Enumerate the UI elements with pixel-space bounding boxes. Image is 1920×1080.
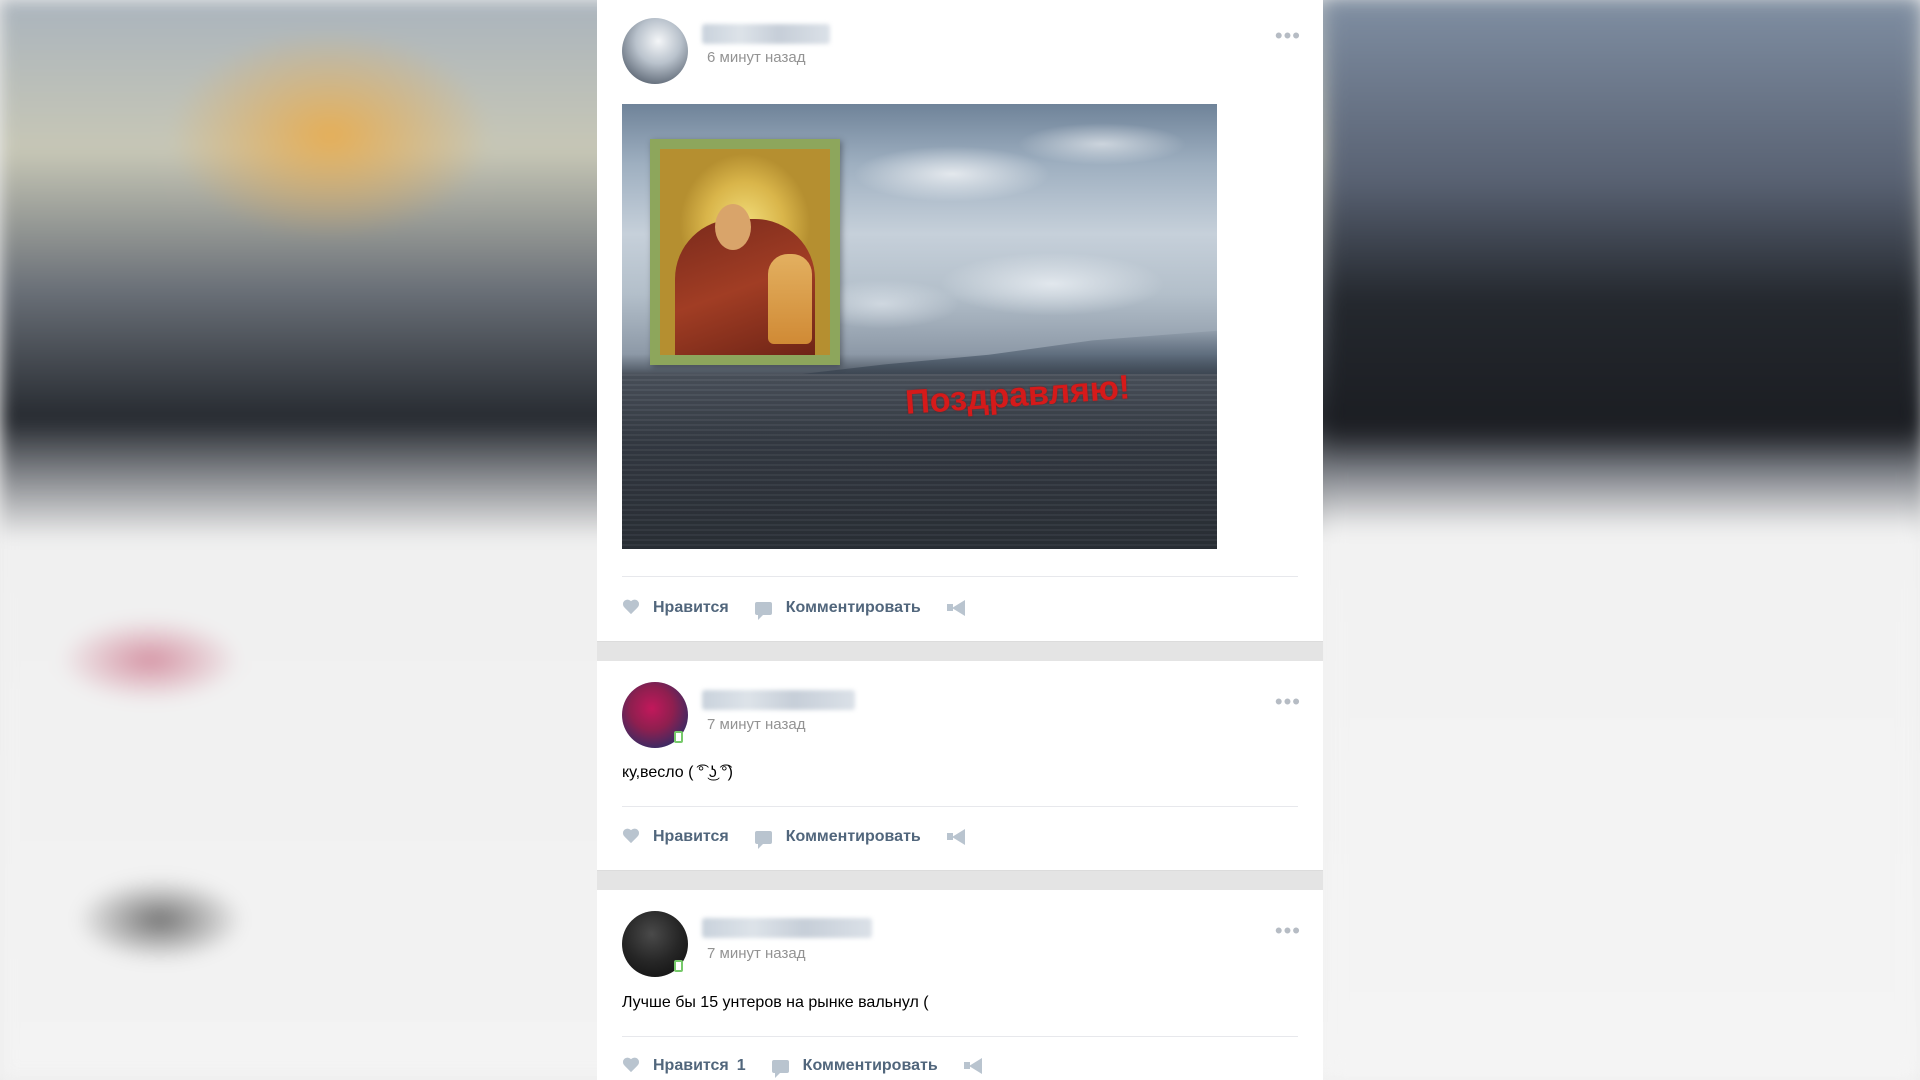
religious-icon-image xyxy=(650,139,840,365)
feed-post-1: 6 минут назад ••• Поздравляю! Нравится К… xyxy=(597,0,1323,642)
mobile-online-icon xyxy=(674,731,683,743)
post-actions: Нравится 1 Комментировать xyxy=(622,1054,1008,1078)
like-label: Нравится xyxy=(653,599,729,616)
feed-post-2: 7 минут назад ••• ку,весло ( ͡° ͜ʖ ͡°) Н… xyxy=(597,661,1323,871)
mobile-online-icon xyxy=(674,960,683,972)
post-divider xyxy=(622,1036,1298,1037)
more-dots-icon[interactable]: ••• xyxy=(1275,920,1301,942)
comment-button[interactable]: Комментировать xyxy=(771,1057,938,1078)
heart-icon xyxy=(622,829,640,845)
author-name-blurred[interactable] xyxy=(702,690,855,710)
post-divider xyxy=(622,806,1298,807)
post-timestamp[interactable]: 6 минут назад xyxy=(707,49,805,66)
author-avatar[interactable] xyxy=(622,18,688,84)
more-dots-icon[interactable]: ••• xyxy=(1275,25,1301,47)
like-label: Нравится xyxy=(653,828,729,845)
post-text: ку,весло ( ͡° ͜ʖ ͡°) xyxy=(622,764,733,781)
comment-button[interactable]: Комментировать xyxy=(754,599,921,620)
comment-icon xyxy=(771,1059,789,1078)
like-button[interactable]: Нравится xyxy=(622,828,729,846)
comment-icon xyxy=(754,830,772,849)
heart-icon xyxy=(622,1058,640,1074)
share-button[interactable] xyxy=(946,600,965,616)
like-label: Нравится xyxy=(653,1057,729,1074)
like-button[interactable]: Нравится xyxy=(622,599,729,617)
like-count: 1 xyxy=(736,1057,746,1074)
news-feed: 6 минут назад ••• Поздравляю! Нравится К… xyxy=(597,0,1323,1080)
author-name-blurred[interactable] xyxy=(702,918,872,938)
post-timestamp[interactable]: 7 минут назад xyxy=(707,945,805,962)
post-photo[interactable]: Поздравляю! xyxy=(622,104,1217,549)
comment-label: Комментировать xyxy=(802,1057,938,1074)
author-name-blurred[interactable] xyxy=(702,24,830,44)
feed-post-3: 7 минут назад ••• Лучше бы 15 унтеров на… xyxy=(597,890,1323,1080)
comment-label: Комментировать xyxy=(785,599,921,616)
megaphone-share-icon xyxy=(946,600,965,616)
more-dots-icon[interactable]: ••• xyxy=(1275,691,1301,713)
like-button[interactable]: Нравится 1 xyxy=(622,1057,746,1075)
post-divider xyxy=(622,576,1298,577)
blurred-background-right xyxy=(1324,0,1920,1080)
comment-button[interactable]: Комментировать xyxy=(754,828,921,849)
post-actions: Нравится Комментировать xyxy=(622,825,991,849)
post-text: Лучше бы 15 унтеров на рынке вальнул ( xyxy=(622,994,929,1011)
post-timestamp[interactable]: 7 минут назад xyxy=(707,716,805,733)
share-button[interactable] xyxy=(963,1058,982,1074)
post-actions: Нравится Комментировать xyxy=(622,596,991,620)
comment-label: Комментировать xyxy=(785,828,921,845)
share-button[interactable] xyxy=(946,829,965,845)
megaphone-share-icon xyxy=(946,829,965,845)
heart-icon xyxy=(622,600,640,616)
megaphone-share-icon xyxy=(963,1058,982,1074)
comment-icon xyxy=(754,601,772,620)
